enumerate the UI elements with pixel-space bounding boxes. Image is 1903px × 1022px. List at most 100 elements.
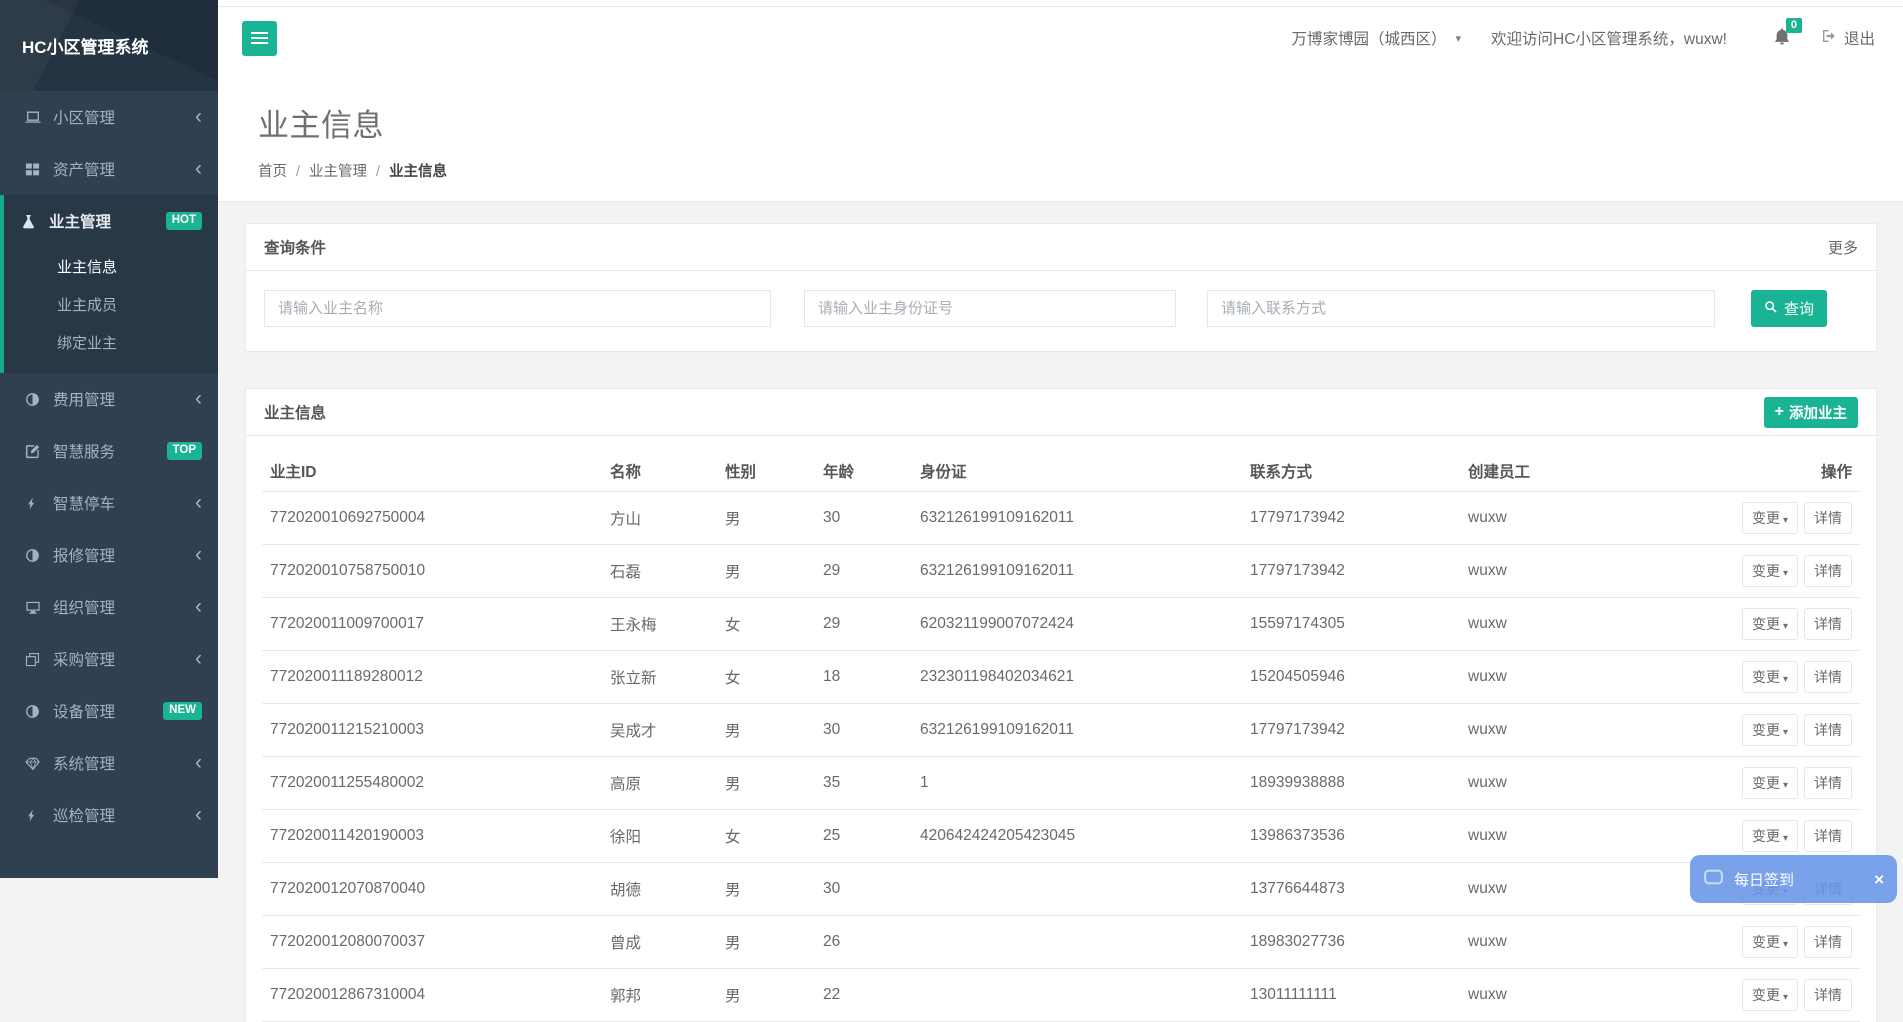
cell-name: 石磊: [602, 545, 717, 598]
cell-actions: 变更▾详情: [1720, 545, 1860, 598]
add-owner-label: 添加业主: [1789, 402, 1847, 423]
sidebar-item-label: 业主管理: [49, 210, 111, 232]
sidebar-item-label: 系统管理: [53, 752, 115, 774]
sidebar-block-fee-mgmt: 费用管理‹: [0, 373, 218, 425]
chat-bubble-icon: [1703, 867, 1724, 892]
cell-gender: 男: [717, 916, 815, 969]
sidebar-item-inspection-mgmt[interactable]: 巡检管理‹: [4, 789, 218, 841]
chevron-down-icon: ▾: [1783, 515, 1788, 526]
sidebar-item-smart-service[interactable]: 智慧服务 TOP: [4, 425, 218, 477]
cell-age: 18: [815, 651, 912, 704]
laptop-icon: [25, 109, 43, 125]
change-button[interactable]: 变更▾: [1742, 926, 1798, 958]
desktop-icon: [25, 600, 43, 615]
cell-creator: wuxw: [1460, 704, 1720, 757]
plus-icon: +: [1775, 404, 1784, 420]
top-badge: TOP: [167, 442, 202, 460]
cell-name: 张立新: [602, 651, 717, 704]
chevron-left-icon: ‹: [195, 111, 202, 123]
breadcrumb-home[interactable]: 首页: [258, 164, 287, 180]
close-icon[interactable]: ×: [1874, 871, 1884, 888]
hot-badge: HOT: [166, 212, 202, 230]
topbar-right: 万博家博园（城西区） ▾ 欢迎访问HC小区管理系统，wuxw! 0 退出: [1291, 27, 1903, 50]
sidebar-item-label: 智慧服务: [53, 440, 115, 462]
change-button[interactable]: 变更▾: [1742, 979, 1798, 1011]
change-button[interactable]: 变更▾: [1742, 555, 1798, 587]
sidebar-subitem-bind-owner[interactable]: 绑定业主: [4, 323, 218, 361]
cell-actions: 变更▾详情: [1720, 492, 1860, 545]
breadcrumb-owner-mgmt[interactable]: 业主管理: [309, 164, 367, 180]
detail-button[interactable]: 详情: [1804, 979, 1852, 1011]
logout-button[interactable]: 退出: [1821, 27, 1875, 49]
column-header-name: 名称: [602, 450, 717, 492]
globe-icon: [25, 704, 43, 719]
detail-button[interactable]: 详情: [1804, 820, 1852, 852]
breadcrumb: 首页/业主管理/业主信息: [258, 160, 1903, 181]
cell-gender: 男: [717, 969, 815, 1022]
sidebar-block-smart-service: 智慧服务 TOP: [0, 425, 218, 477]
daily-signin-widget[interactable]: 每日签到 ×: [1690, 855, 1897, 903]
add-owner-button[interactable]: + 添加业主: [1764, 397, 1858, 428]
cell-phone: 13011111111: [1242, 969, 1460, 1022]
sidebar-item-fee-mgmt[interactable]: 费用管理‹: [4, 373, 218, 425]
detail-button[interactable]: 详情: [1804, 926, 1852, 958]
cell-name: 郭邦: [602, 969, 717, 1022]
search-button[interactable]: 查询: [1751, 290, 1827, 327]
sidebar-subitem-owner-info[interactable]: 业主信息: [4, 247, 218, 285]
change-button[interactable]: 变更▾: [1742, 714, 1798, 746]
sidebar-item-repair-mgmt[interactable]: 报修管理‹: [4, 529, 218, 581]
change-button[interactable]: 变更▾: [1742, 661, 1798, 693]
notifications-button[interactable]: 0: [1773, 27, 1791, 50]
search-panel: 查询条件 更多 查询: [245, 223, 1877, 352]
chevron-down-icon: ▾: [1783, 621, 1788, 632]
owner-idcard-input[interactable]: [804, 290, 1176, 327]
cell-name: 高原: [602, 757, 717, 810]
sidebar-item-device-mgmt[interactable]: 设备管理NEW: [4, 685, 218, 737]
change-button[interactable]: 变更▾: [1742, 502, 1798, 534]
cell-age: 22: [815, 969, 912, 1022]
welcome-text: 欢迎访问HC小区管理系统，wuxw!: [1491, 27, 1727, 49]
chevron-left-icon: ‹: [195, 757, 202, 769]
cell-id_card: 420642424205423045: [912, 810, 1242, 863]
sidebar-item-system-mgmt[interactable]: 系统管理 ‹: [4, 737, 218, 789]
table-row: 772020012070870040胡德男3013776644873wuxw变更…: [262, 863, 1860, 916]
sidebar-item-label: 小区管理: [53, 106, 115, 128]
detail-button[interactable]: 详情: [1804, 661, 1852, 693]
sidebar-item-smart-parking[interactable]: 智慧停车‹: [4, 477, 218, 529]
more-link[interactable]: 更多: [1828, 237, 1858, 258]
table-row: 772020010692750004方山男3063212619910916201…: [262, 492, 1860, 545]
sidebar-item-community-mgmt[interactable]: 小区管理 ‹: [4, 91, 218, 143]
change-button[interactable]: 变更▾: [1742, 608, 1798, 640]
sidebar-item-label: 设备管理: [53, 700, 115, 722]
sidebar-item-asset-mgmt[interactable]: 资产管理‹: [4, 143, 218, 195]
grid-icon: [25, 162, 43, 177]
sidebar-block-asset-mgmt: 资产管理‹: [0, 143, 218, 195]
cell-id: 772020010758750010: [262, 545, 602, 598]
detail-button[interactable]: 详情: [1804, 502, 1852, 534]
chevron-down-icon: ▾: [1783, 727, 1788, 738]
topbar: 万博家博园（城西区） ▾ 欢迎访问HC小区管理系统，wuxw! 0 退出: [218, 0, 1903, 76]
cell-id_card: 1: [912, 757, 1242, 810]
community-selector[interactable]: 万博家博园（城西区） ▾: [1291, 27, 1461, 49]
sidebar-item-org-mgmt[interactable]: 组织管理‹: [4, 581, 218, 633]
cell-id: 772020010692750004: [262, 492, 602, 545]
column-header-gender: 性别: [717, 450, 815, 492]
cell-creator: wuxw: [1460, 757, 1720, 810]
cell-id_card: [912, 916, 1242, 969]
detail-button[interactable]: 详情: [1804, 555, 1852, 587]
sidebar-item-purchase-mgmt[interactable]: 采购管理‹: [4, 633, 218, 685]
cell-id: 772020011189280012: [262, 651, 602, 704]
detail-button[interactable]: 详情: [1804, 714, 1852, 746]
sidebar-toggle-button[interactable]: [242, 21, 277, 56]
owner-name-input[interactable]: [264, 290, 771, 327]
cell-gender: 男: [717, 757, 815, 810]
daily-signin-label: 每日签到: [1734, 869, 1794, 890]
contact-input[interactable]: [1207, 290, 1715, 327]
sidebar-item-owner-mgmt[interactable]: 业主管理 HOT: [4, 195, 218, 247]
sidebar-subitem-owner-member[interactable]: 业主成员: [4, 285, 218, 323]
detail-button[interactable]: 详情: [1804, 767, 1852, 799]
detail-button[interactable]: 详情: [1804, 608, 1852, 640]
change-button[interactable]: 变更▾: [1742, 767, 1798, 799]
change-button[interactable]: 变更▾: [1742, 820, 1798, 852]
cell-id_card: 620321199007072424: [912, 598, 1242, 651]
